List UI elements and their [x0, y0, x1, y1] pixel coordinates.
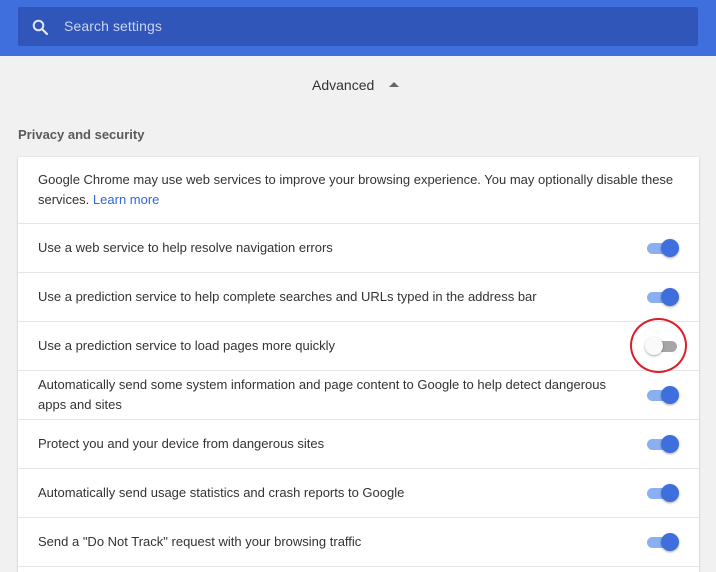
caret-up-icon[interactable] — [389, 82, 399, 87]
advanced-label[interactable]: Advanced — [312, 77, 374, 93]
setting-label: Automatically send usage statistics and … — [38, 485, 405, 500]
setting-row-do-not-track[interactable]: Send a "Do Not Track" request with your … — [18, 517, 699, 566]
toggle-knob — [661, 533, 679, 551]
setting-label: Use a prediction service to help complet… — [38, 289, 537, 304]
search-field[interactable]: Search settings — [18, 7, 698, 46]
setting-toggle[interactable] — [647, 532, 679, 552]
setting-label: Protect you and your device from dangero… — [38, 436, 325, 451]
setting-toggle[interactable] — [647, 385, 679, 405]
setting-row-partial — [18, 566, 699, 572]
annotation-circle — [630, 318, 687, 373]
setting-toggle[interactable] — [647, 483, 679, 503]
search-icon — [32, 19, 48, 35]
setting-row-usage-statistics[interactable]: Automatically send usage statistics and … — [18, 468, 699, 517]
setting-label: Use a web service to help resolve naviga… — [38, 240, 333, 255]
setting-row-navigation-errors[interactable]: Use a web service to help resolve naviga… — [18, 223, 699, 272]
privacy-card: Google Chrome may use web services to im… — [18, 157, 699, 572]
toggle-knob — [661, 435, 679, 453]
setting-toggle[interactable] — [647, 287, 679, 307]
toggle-knob — [661, 239, 679, 257]
intro-description: Google Chrome may use web services to im… — [38, 170, 683, 210]
toggle-knob — [661, 484, 679, 502]
advanced-toggle[interactable]: Advanced — [0, 76, 716, 94]
toggle-knob — [661, 288, 679, 306]
setting-row-safe-browsing[interactable]: Protect you and your device from dangero… — [18, 419, 699, 468]
search-input[interactable]: Search settings — [64, 18, 162, 34]
top-toolbar: Search settings — [0, 0, 716, 56]
setting-label: Use a prediction service to load pages m… — [38, 338, 335, 353]
toggle-knob — [661, 386, 679, 404]
learn-more-link[interactable]: Learn more — [93, 192, 159, 207]
setting-label: Automatically send some system informati… — [38, 377, 607, 412]
setting-row-search-prediction[interactable]: Use a prediction service to help complet… — [18, 272, 699, 321]
setting-toggle[interactable] — [647, 238, 679, 258]
setting-row-page-prediction[interactable]: Use a prediction service to load pages m… — [18, 321, 699, 370]
setting-toggle[interactable] — [647, 434, 679, 454]
setting-row-safe-browsing-reports[interactable]: Automatically send some system informati… — [18, 370, 699, 419]
section-title: Privacy and security — [18, 127, 145, 142]
setting-label: Send a "Do Not Track" request with your … — [38, 534, 362, 549]
